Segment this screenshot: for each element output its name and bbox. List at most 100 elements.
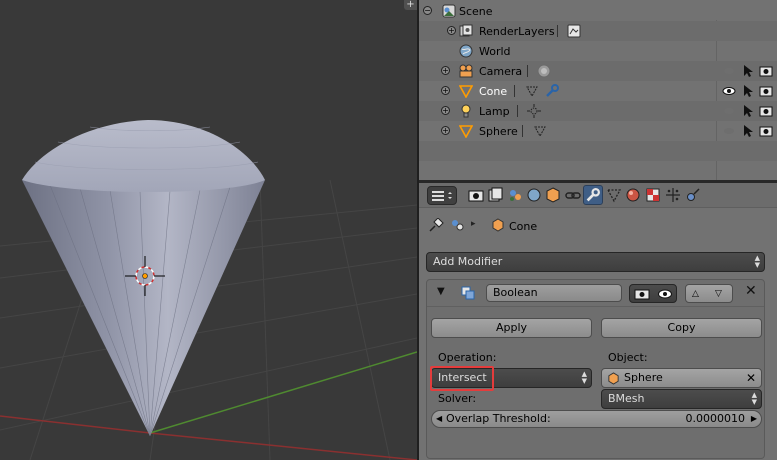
move-down-icon[interactable]: ▽ [715, 285, 722, 303]
outliner-label: Lamp [479, 105, 510, 118]
outliner-label: Sphere [479, 125, 518, 138]
physics-icon[interactable] [683, 185, 703, 205]
lamp-data-icon[interactable] [527, 104, 541, 118]
move-up-icon[interactable]: △ [692, 285, 699, 303]
modifiers-tab[interactable] [583, 185, 603, 205]
object-icon [608, 372, 619, 385]
dropdown-arrows-icon: ▲ ▼ [754, 254, 760, 269]
overlap-threshold-value: 0.0000010 [685, 412, 746, 425]
separator [527, 65, 528, 77]
outliner-label: Scene [459, 5, 493, 18]
overlap-threshold-label: Overlap Threshold: [446, 412, 551, 425]
remove-modifier-icon[interactable]: ✕ [745, 283, 757, 299]
properties-editor-icon [432, 191, 452, 201]
mesh-data-icon[interactable] [533, 124, 547, 138]
area-split-widget[interactable]: + [404, 0, 417, 10]
outliner-row-camera[interactable]: + Camera [419, 61, 777, 81]
object-icon[interactable] [543, 185, 563, 205]
camera-icon [459, 64, 473, 78]
mesh-data-icon[interactable] [525, 84, 539, 98]
modifier-move-buttons: △ ▽ [685, 284, 733, 303]
expand-icon[interactable]: + [447, 26, 456, 35]
outliner-empty-row [419, 141, 777, 161]
object-value: Sphere [624, 371, 663, 384]
visibility-eye-icon[interactable] [722, 84, 736, 98]
scene-icon [442, 4, 456, 18]
decrement-arrow-icon[interactable]: ◀ [436, 411, 442, 427]
y-axis-line [149, 351, 417, 434]
expand-icon[interactable]: + [441, 66, 450, 75]
render-camera-icon[interactable] [759, 64, 773, 78]
visibility-eye-icon[interactable] [722, 104, 736, 118]
properties-header [419, 183, 777, 208]
render-camera-icon[interactable] [759, 104, 773, 118]
outliner-label-active: Cone [479, 85, 508, 98]
outliner-row-renderlayers[interactable]: + RenderLayers [419, 21, 777, 41]
separator [557, 25, 558, 37]
object-icon [492, 218, 504, 232]
outliner-label: RenderLayers [479, 25, 555, 38]
outliner-panel[interactable]: − Scene + RenderLayers World + Camera + … [419, 0, 777, 180]
3d-viewport[interactable]: + [0, 0, 417, 460]
outliner-row-lamp[interactable]: + Lamp [419, 101, 777, 121]
expand-icon[interactable]: + [441, 86, 450, 95]
constraints-icon[interactable] [563, 185, 583, 205]
separator [514, 85, 515, 97]
render-camera-icon[interactable] [759, 124, 773, 138]
material-icon[interactable] [623, 185, 643, 205]
sphere-mesh-icon [459, 125, 473, 138]
add-modifier-dropdown[interactable]: Add Modifier ▲ ▼ [426, 252, 765, 272]
select-arrow-icon[interactable] [741, 64, 755, 78]
collapse-triangle-icon[interactable]: ▼ [437, 286, 445, 297]
render-layer-icon[interactable] [567, 24, 581, 38]
outliner-row-scene[interactable]: − Scene [419, 1, 777, 21]
cone-mesh-icon [459, 85, 473, 98]
render-toggle-icon[interactable] [634, 288, 650, 300]
modifier-name-field[interactable]: Boolean [486, 284, 622, 302]
copy-button[interactable]: Copy [601, 318, 762, 338]
world-icon[interactable] [524, 185, 544, 205]
highlight-box [430, 366, 494, 391]
separator [517, 105, 518, 117]
solver-label: Solver: [438, 392, 477, 405]
render-icon[interactable] [466, 185, 486, 205]
render-layers-icon[interactable] [486, 185, 506, 205]
apply-button[interactable]: Apply [431, 318, 592, 338]
viewport-eye-icon[interactable] [657, 288, 673, 300]
outliner-label: World [479, 45, 511, 58]
visibility-eye-icon[interactable] [722, 64, 736, 78]
object-field[interactable]: Sphere ✕ [601, 368, 762, 388]
solver-value: BMesh [608, 392, 645, 405]
modifiers-icon [586, 188, 600, 202]
editor-type-selector[interactable] [427, 186, 457, 205]
data-icon[interactable] [604, 185, 624, 205]
camera-data-icon[interactable] [537, 64, 551, 78]
select-arrow-icon[interactable] [741, 104, 755, 118]
expand-icon[interactable]: + [441, 126, 450, 135]
dropdown-arrows-icon: ▲ ▼ [581, 370, 587, 385]
add-modifier-label: Add Modifier [433, 255, 503, 268]
pin-icon[interactable] [428, 218, 444, 232]
expand-icon[interactable]: + [441, 106, 450, 115]
solver-dropdown[interactable]: BMesh ▲ ▼ [601, 389, 762, 409]
texture-icon[interactable] [643, 185, 663, 205]
viewport-scene [0, 120, 417, 460]
breadcrumb: ▸ Cone [419, 214, 777, 236]
outliner-row-sphere[interactable]: + Sphere [419, 121, 777, 141]
boolean-modifier-icon [461, 286, 475, 300]
overlap-threshold-field[interactable]: ◀ Overlap Threshold: 0.0000010 ▶ [431, 410, 762, 428]
particles-icon[interactable] [663, 185, 683, 205]
render-camera-icon[interactable] [759, 84, 773, 98]
outliner-row-cone[interactable]: + Cone [419, 81, 777, 101]
select-arrow-icon[interactable] [741, 124, 755, 138]
clear-field-icon[interactable]: ✕ [746, 369, 756, 387]
breadcrumb-object: Cone [509, 220, 538, 233]
collapse-icon[interactable]: − [423, 6, 432, 15]
increment-arrow-icon[interactable]: ▶ [751, 411, 757, 427]
outliner-row-world[interactable]: World [419, 41, 777, 61]
dropdown-arrows-icon: ▲ ▼ [751, 391, 757, 406]
modifier-wrench-icon[interactable] [545, 84, 559, 98]
visibility-eye-icon[interactable] [722, 124, 736, 138]
scene-icon[interactable] [505, 185, 525, 205]
select-arrow-icon[interactable] [741, 84, 755, 98]
